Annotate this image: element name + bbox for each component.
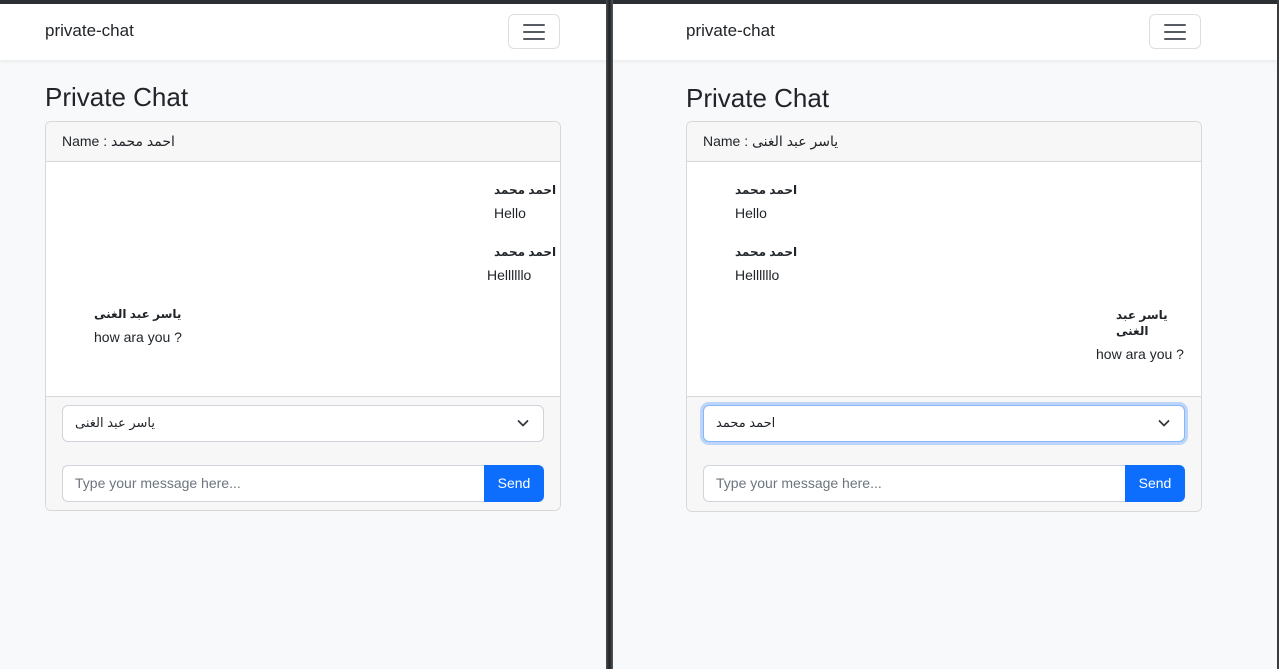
message-item: احمد محمد Hello <box>735 182 797 222</box>
window-divider[interactable] <box>606 0 613 669</box>
message-sender: احمد محمد <box>735 245 798 259</box>
recipient-select[interactable]: ياسر عبد الغنى <box>62 405 544 442</box>
hamburger-icon <box>523 24 545 40</box>
message-input[interactable]: Type your message here... <box>703 465 1126 502</box>
message-item: احمد محمد Hellllllo <box>487 244 556 284</box>
message-item: ياسر عبد الغنى how ara you ? <box>94 306 182 346</box>
chevron-down-icon <box>517 420 529 427</box>
message-input[interactable]: Type your message here... <box>62 465 485 502</box>
navbar-toggler-button[interactable] <box>508 14 560 49</box>
card-header-name: Name : ياسر عبد الغنى <box>687 122 1201 162</box>
hamburger-icon <box>1164 24 1186 40</box>
chat-card: Name : ياسر عبد الغنى احمد محمد Hello اح… <box>686 121 1202 512</box>
message-item: احمد محمد Hello <box>494 182 556 222</box>
message-text: Hello <box>494 205 526 221</box>
message-list: احمد محمد Hello احمد محمد Hellllllo ياسر… <box>46 162 560 397</box>
recipient-selected-value: ياسر عبد الغنى <box>75 415 155 430</box>
recipient-select[interactable]: احمد محمد <box>703 405 1185 442</box>
message-input-group: Type your message here... Send <box>703 465 1185 502</box>
message-list: احمد محمد Hello احمد محمد Hellllllo ياسر… <box>687 162 1201 397</box>
navbar: private-chat <box>613 4 1277 60</box>
navbar-brand[interactable]: private-chat <box>686 21 775 41</box>
send-button[interactable]: Send <box>484 465 544 502</box>
send-button[interactable]: Send <box>1125 465 1185 502</box>
message-text: how ara you ? <box>1096 346 1184 362</box>
message-sender: احمد محمد <box>494 245 557 259</box>
message-text: Hellllllo <box>487 267 532 283</box>
message-sender: ياسر عبد الغنى <box>1116 308 1168 338</box>
page-title: Private Chat <box>45 82 189 112</box>
message-sender: احمد محمد <box>735 183 798 197</box>
message-sender: ياسر عبد الغنى <box>94 307 182 321</box>
card-header-name: Name : احمد محمد <box>46 122 560 162</box>
browser-window-right: private-chat Private Chat Name : ياسر عب… <box>613 0 1277 669</box>
recipient-selected-value: احمد محمد <box>716 415 776 430</box>
message-input-group: Type your message here... Send <box>62 465 544 502</box>
message-item: احمد محمد Hellllllo <box>735 244 797 284</box>
message-text: how ara you ? <box>94 329 182 345</box>
navbar: private-chat <box>0 4 606 60</box>
navbar-toggler-button[interactable] <box>1149 14 1201 49</box>
message-sender: احمد محمد <box>494 183 557 197</box>
card-footer: ياسر عبد الغنى Type your message here...… <box>46 397 560 510</box>
chat-card: Name : احمد محمد احمد محمد Hello احمد مح… <box>45 121 561 511</box>
chevron-down-icon <box>1158 420 1170 427</box>
browser-window-left: private-chat Private Chat Name : احمد مح… <box>0 0 606 669</box>
message-text: Hello <box>735 205 767 221</box>
screen: private-chat Private Chat Name : احمد مح… <box>0 0 1279 669</box>
navbar-brand[interactable]: private-chat <box>45 21 134 41</box>
card-footer: احمد محمد Type your message here... Send <box>687 397 1201 511</box>
page-title: Private Chat <box>686 83 830 113</box>
message-item: ياسر عبد الغنى how ara you ? <box>1096 307 1201 363</box>
message-text: Hellllllo <box>735 267 780 283</box>
